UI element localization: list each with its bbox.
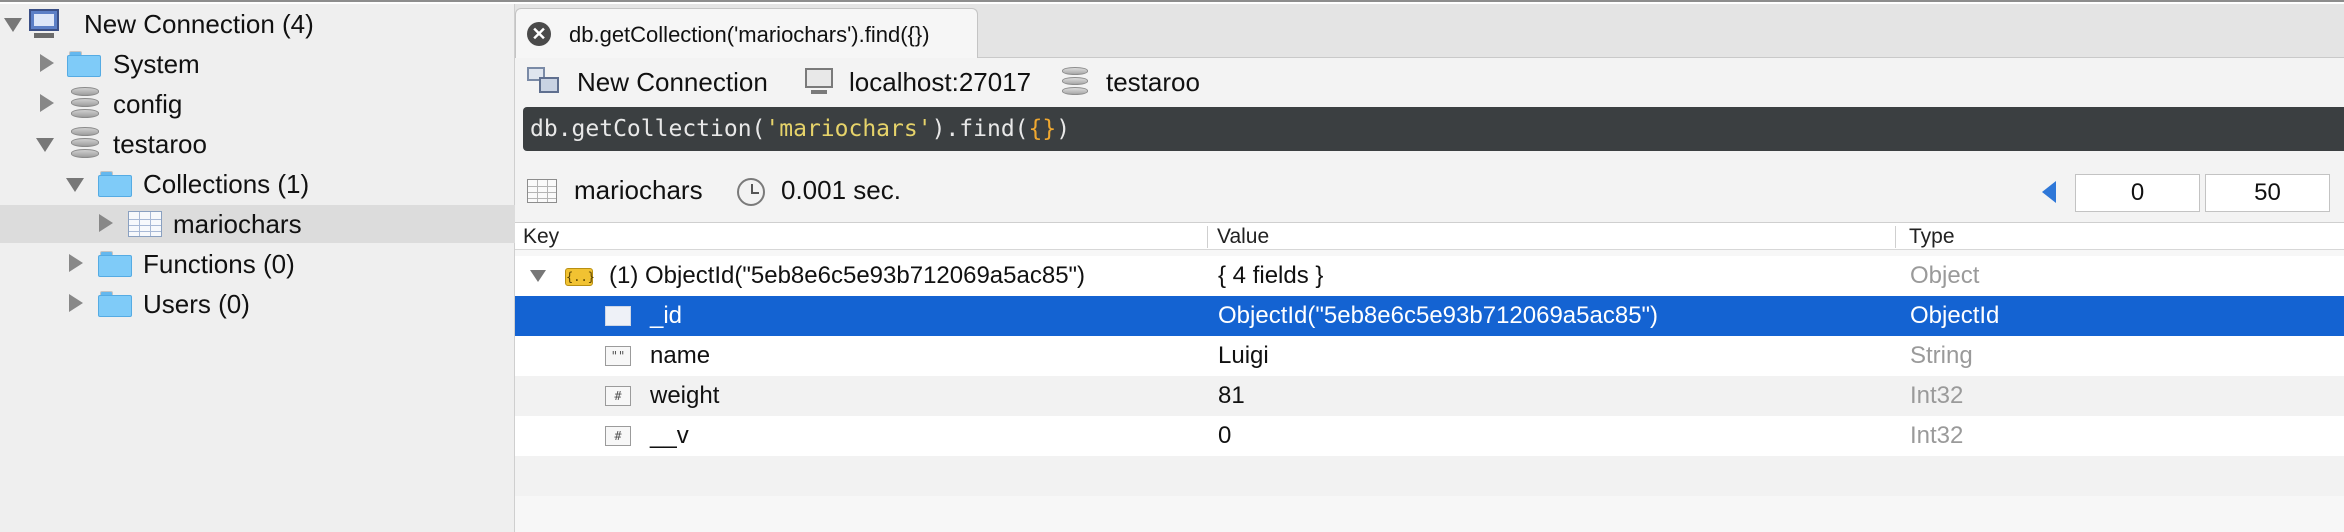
folder-icon [98, 251, 132, 277]
row-key: _id [650, 302, 683, 329]
table-row-field[interactable]: # weight 81 Int32 [515, 376, 2344, 416]
expand-arrow-icon[interactable] [69, 254, 83, 272]
database-info: testaroo [1062, 60, 1200, 104]
query-text: ) [1056, 116, 1071, 142]
number-field-icon: # [605, 386, 631, 406]
tree-item-label: mariochars [173, 209, 302, 239]
database-icon [1062, 67, 1088, 97]
folder-icon [98, 291, 132, 317]
execution-time: 0.001 sec. [781, 175, 901, 205]
table-row-document[interactable]: {..} (1) ObjectId("5eb8e6c5e93b712069a5a… [515, 256, 2344, 296]
objectid-field-icon [605, 306, 631, 326]
collection-grid-icon [128, 211, 162, 237]
row-value: { 4 fields } [1218, 262, 1324, 289]
query-text: ).find( [931, 116, 1029, 142]
row-value: ObjectId("5eb8e6c5e93b712069a5ac85") [1218, 302, 1659, 329]
result-collection-name: mariochars [574, 175, 703, 205]
computer-icon [28, 9, 60, 39]
string-field-icon: "" [605, 346, 631, 366]
table-row-field[interactable]: # __v 0 Int32 [515, 416, 2344, 456]
query-text: db.getCollection( [530, 116, 766, 142]
database-icon [71, 127, 99, 161]
connection-info-bar: New Connection localhost:27017 testaroo [515, 60, 2344, 104]
expand-arrow-icon[interactable] [99, 214, 113, 232]
row-key: (1) ObjectId("5eb8e6c5e93b712069a5ac85") [609, 262, 1086, 289]
row-value: Luigi [1218, 342, 1269, 369]
object-icon: {..} [565, 268, 595, 286]
row-type: Int32 [1910, 422, 1964, 449]
column-header-key[interactable]: Key [523, 223, 559, 251]
row-value: 81 [1218, 382, 1245, 409]
expand-arrow-icon[interactable] [40, 94, 54, 112]
collection-grid-icon [527, 179, 557, 203]
expand-arrow-icon[interactable] [69, 294, 83, 312]
server-icon [805, 68, 833, 96]
row-type: Int32 [1910, 382, 1964, 409]
row-type: Object [1910, 262, 1980, 289]
query-pane: ✕ db.getCollection('mariochars').find({}… [515, 4, 2344, 532]
result-toolbar: mariochars 0.001 sec. 0 50 [515, 164, 2344, 214]
clock-icon [737, 178, 765, 206]
tree-item-testaroo[interactable]: testaroo [0, 125, 515, 163]
connection-icon [527, 67, 561, 97]
folder-icon [98, 171, 132, 197]
query-argument: {} [1028, 116, 1057, 142]
row-key: __v [650, 422, 689, 449]
empty-row [515, 456, 2344, 496]
tree-item-users[interactable]: Users (0) [0, 285, 515, 323]
host-address: localhost:27017 [849, 66, 1032, 97]
column-divider[interactable] [1895, 226, 1896, 248]
tree-item-collections[interactable]: Collections (1) [0, 165, 515, 203]
tree-item-system[interactable]: System [0, 45, 515, 83]
results-tree-table: Key Value Type {..} (1) ObjectId("5eb8e6… [515, 222, 2344, 532]
tree-item-functions[interactable]: Functions (0) [0, 245, 515, 283]
database-icon [71, 87, 99, 121]
collapse-arrow-icon[interactable] [36, 138, 54, 152]
query-string-literal: 'mariochars' [765, 116, 932, 142]
collapse-arrow-icon[interactable] [66, 178, 84, 192]
column-divider[interactable] [1207, 226, 1208, 248]
tree-item-label: testaroo [113, 129, 207, 159]
query-editor[interactable]: db.getCollection('mariochars').find({}) [523, 107, 2344, 151]
expand-arrow-icon[interactable] [40, 54, 54, 72]
tab-strip: ✕ db.getCollection('mariochars').find({}… [515, 4, 2344, 58]
row-key: weight [650, 382, 720, 409]
connection-info: New Connection [527, 60, 768, 104]
tree-item-mariochars[interactable]: mariochars [0, 205, 515, 243]
previous-page-icon[interactable] [2042, 181, 2056, 203]
table-header: Key Value Type [515, 222, 2344, 250]
column-header-value[interactable]: Value [1217, 223, 1269, 251]
tree-item-connection[interactable]: New Connection (4) [0, 5, 515, 43]
table-row-field[interactable]: _id ObjectId("5eb8e6c5e93b712069a5ac85")… [515, 296, 2344, 336]
tab-query[interactable]: ✕ db.getCollection('mariochars').find({}… [515, 8, 978, 58]
skip-input[interactable]: 0 [2075, 174, 2200, 212]
close-icon[interactable]: ✕ [527, 22, 551, 46]
connection-name: New Connection [577, 66, 768, 97]
tree-item-label: Collections (1) [143, 169, 310, 199]
tree-item-label: config [113, 89, 183, 119]
limit-input[interactable]: 50 [2205, 174, 2330, 212]
collapse-arrow-icon[interactable] [4, 18, 22, 32]
database-name: testaroo [1106, 66, 1200, 97]
tree-item-config[interactable]: config [0, 85, 515, 123]
row-key: name [650, 342, 711, 369]
app-window: New Connection (4) System config testaro… [0, 0, 2344, 532]
tab-title: db.getCollection('mariochars').find({}) [569, 22, 930, 47]
tree-item-label: Users (0) [143, 289, 250, 319]
tree-item-label: System [113, 49, 200, 79]
table-row-field[interactable]: "" name Luigi String [515, 336, 2344, 376]
tree-item-label: Functions (0) [143, 249, 295, 279]
row-type: ObjectId [1910, 302, 2000, 329]
row-type: String [1910, 342, 1973, 369]
folder-icon [67, 51, 101, 77]
row-value: 0 [1218, 422, 1232, 449]
connection-tree: New Connection (4) System config testaro… [0, 4, 515, 532]
tree-item-label: New Connection (4) [84, 9, 314, 39]
number-field-icon: # [605, 426, 631, 446]
column-header-type[interactable]: Type [1909, 223, 1955, 251]
collapse-arrow-icon[interactable] [530, 270, 546, 282]
host-info: localhost:27017 [805, 60, 1031, 104]
